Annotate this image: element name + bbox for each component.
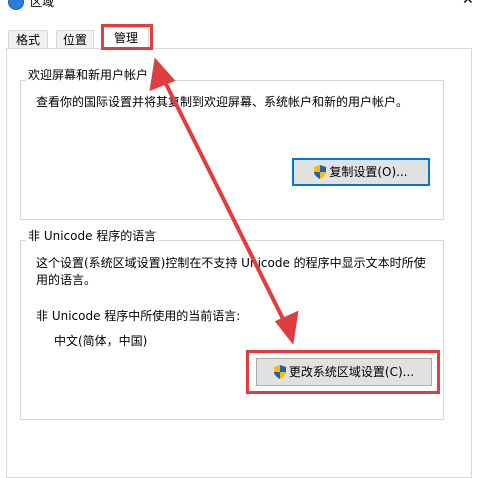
- arrow-down-line: [214, 183, 288, 326]
- arrow-up-line: [161, 77, 218, 185]
- annotation-arrows: [149, 57, 299, 345]
- arrow-up-head: [149, 57, 176, 92]
